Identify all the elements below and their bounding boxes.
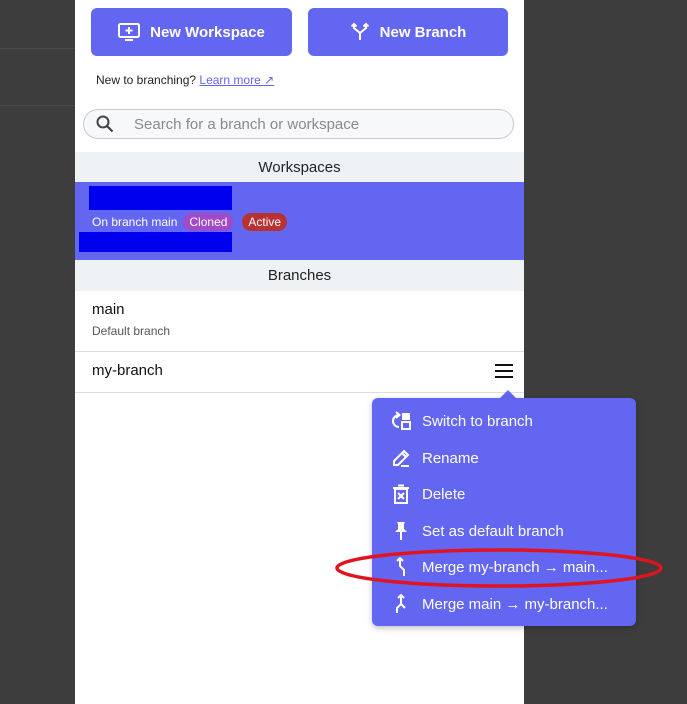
branch-row-main[interactable]: main Default branch	[75, 291, 524, 352]
menu-item-label: Delete	[422, 485, 466, 503]
menu-item-merge-from-main[interactable]: Merge main → my-branch...	[372, 587, 636, 621]
learn-more-link[interactable]: Learn more ↗	[199, 73, 274, 87]
redacted-workspace-detail	[79, 232, 232, 252]
merge-from-icon	[390, 593, 412, 615]
branch-icon	[350, 22, 370, 42]
merge-into-icon	[390, 556, 412, 578]
branch-context-menu: Switch to branch Rename Delete Set as de…	[372, 398, 636, 626]
new-workspace-button[interactable]: New Workspace	[91, 8, 292, 56]
monitor-plus-icon	[118, 22, 141, 42]
hint-text: New to branching?	[96, 73, 197, 87]
new-branch-label: New Branch	[379, 23, 467, 41]
new-branch-button[interactable]: New Branch	[308, 8, 508, 56]
branching-hint: New to branching? Learn more ↗	[96, 73, 274, 87]
menu-item-label: Rename	[422, 449, 479, 467]
search-box	[83, 109, 514, 139]
workspaces-header: Workspaces	[75, 152, 524, 182]
branches-header: Branches	[75, 260, 524, 291]
branch-name: main	[92, 301, 125, 318]
menu-item-label: Merge my-branch → main...	[422, 558, 608, 576]
context-menu-pointer	[500, 390, 516, 398]
branch-row-my-branch[interactable]: my-branch	[75, 352, 524, 393]
background-divider	[0, 105, 75, 106]
trash-icon	[390, 483, 412, 505]
background-divider	[0, 48, 75, 49]
menu-item-delete[interactable]: Delete	[372, 477, 636, 511]
switch-branch-icon	[390, 410, 412, 432]
menu-item-label: Merge main → my-branch...	[422, 595, 608, 613]
menu-item-set-default[interactable]: Set as default branch	[372, 514, 636, 548]
branches-title: Branches	[267, 267, 332, 284]
menu-item-label: Set as default branch	[422, 522, 564, 540]
search-icon	[96, 115, 114, 133]
pencil-icon	[390, 447, 412, 469]
branch-subtitle: Default branch	[92, 324, 171, 338]
menu-item-label: Switch to branch	[422, 412, 533, 430]
cloned-badge: Cloned	[183, 213, 234, 231]
workspace-branch-text: On branch main	[92, 215, 178, 229]
menu-item-merge-into-main[interactable]: Merge my-branch → main...	[372, 550, 636, 584]
workspace-info: On branch main Cloned Active	[92, 213, 288, 231]
active-badge: Active	[242, 213, 288, 231]
new-workspace-label: New Workspace	[150, 23, 265, 41]
branch-name: my-branch	[92, 362, 163, 379]
search-input[interactable]	[132, 114, 496, 134]
redacted-workspace-name	[89, 186, 232, 210]
workspaces-title: Workspaces	[258, 158, 341, 176]
menu-item-rename[interactable]: Rename	[372, 441, 636, 475]
pin-icon	[390, 520, 412, 542]
menu-item-switch-to-branch[interactable]: Switch to branch	[372, 404, 636, 438]
hamburger-menu-icon[interactable]	[495, 364, 513, 378]
